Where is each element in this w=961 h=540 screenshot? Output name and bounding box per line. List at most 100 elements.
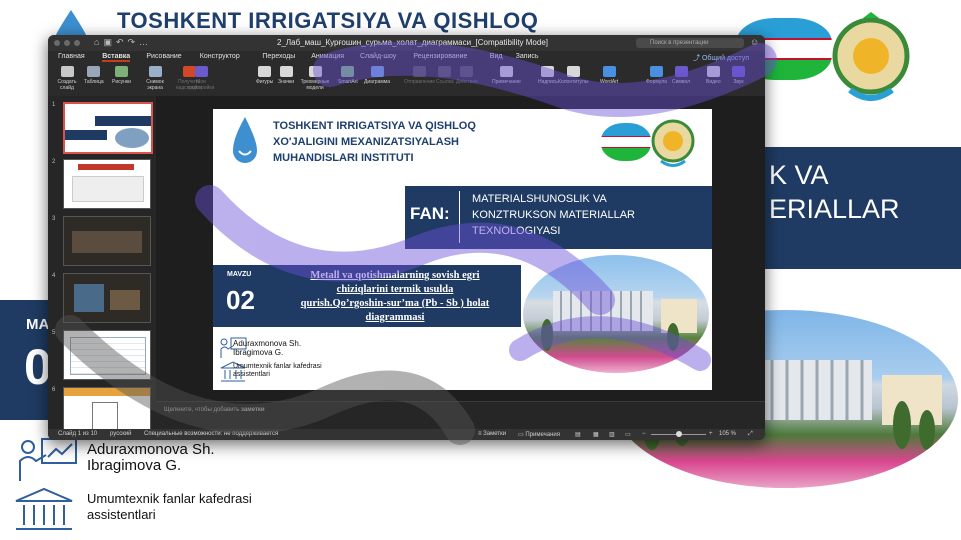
language-indicator[interactable]: русский xyxy=(110,431,132,437)
thumbnail-number: 2 xyxy=(52,159,56,165)
link-button[interactable]: Ссылка xyxy=(436,66,454,85)
slide-author-1: Aduraxmonova Sh. xyxy=(233,339,302,348)
slide-title-line-1: TOSHKENT IRRIGATSIYA VA QISHLOQ xyxy=(273,120,476,132)
ribbon-label: Фигуры xyxy=(256,79,274,85)
notes-placeholder-prefix: Щелкните, чтобы добавить xyxy=(164,407,240,413)
account-icon[interactable]: ☺ xyxy=(750,37,759,47)
tab-6[interactable]: Слайд-шоу xyxy=(360,53,396,60)
topic-line-4: diagrammasi xyxy=(365,312,425,323)
ribbon-label: Видео xyxy=(706,79,721,85)
slide-thumbnail[interactable] xyxy=(63,273,151,323)
tab-2[interactable]: Рисование xyxy=(146,53,181,60)
new-slide-button[interactable]: Создать слайд xyxy=(52,66,82,91)
more-icon[interactable]: … xyxy=(139,37,152,47)
notes-pane[interactable]: Щелкните, чтобы добавить заметки xyxy=(156,401,765,430)
slide-dept-2: assistentlari xyxy=(233,371,270,378)
symbol-button[interactable]: Символ xyxy=(672,66,690,85)
slide-logo-icon xyxy=(233,117,257,163)
redo-icon[interactable]: ↷ xyxy=(128,37,140,47)
tab-0[interactable]: Главная xyxy=(58,53,85,60)
action-button[interactable]: Действие xyxy=(456,66,478,85)
chart-button[interactable]: Диаграмма xyxy=(364,66,390,85)
background-fan-line-2: ERIALLAR xyxy=(769,194,900,224)
screenshot-button[interactable]: Снимок экрана xyxy=(140,66,170,91)
minimize-window-button[interactable] xyxy=(64,40,70,46)
background-dept-1: Umumtexnik fanlar kafedrasi xyxy=(87,491,252,506)
close-window-button[interactable] xyxy=(54,40,60,46)
normal-view-icon[interactable]: ▤ xyxy=(575,431,581,438)
header-footer-button[interactable]: Колонтитулы xyxy=(558,66,588,85)
slideshow-icon[interactable]: ▭ xyxy=(625,431,631,438)
tab-1[interactable]: Вставка xyxy=(102,53,131,62)
search-input[interactable]: Поиск в презентации xyxy=(636,38,744,48)
subject-line-2: KONZTRUKSON MATERIALLAR xyxy=(472,209,635,221)
zoom-window-button[interactable] xyxy=(74,40,80,46)
textbox-button[interactable]: Надпись xyxy=(538,66,558,85)
undo-icon[interactable]: ↶ xyxy=(116,37,128,47)
slide-thumbnail[interactable] xyxy=(63,330,151,380)
thumbnail-number: 1 xyxy=(52,102,56,108)
textbox-icon xyxy=(541,66,555,77)
smartart-button[interactable]: SmartArt xyxy=(338,66,358,85)
ribbon-label: Ссылка xyxy=(436,79,454,85)
zoom-in-icon[interactable]: + xyxy=(709,431,713,437)
slide-sorter-icon[interactable]: ▦ xyxy=(593,431,599,438)
slide-thumbnail[interactable] xyxy=(63,216,151,266)
background-title: TOSHKENT IRRIGATSIYA VA QISHLOQ xyxy=(117,8,539,33)
background-mavzu-label: MA xyxy=(26,316,50,333)
action-icon xyxy=(460,66,474,77)
slide-title-line-2: XO'JALIGINI MEXANIZATSIYALASH xyxy=(273,136,459,148)
notes-placeholder: Щелкните, чтобы добавить заметки xyxy=(164,407,265,413)
insert-ribbon: Создать слайд Таблица Рисунки Снимок экрана… xyxy=(48,64,765,97)
table-button[interactable]: Таблица xyxy=(84,66,104,85)
ribbon-label: Трехмерные модели xyxy=(300,79,330,91)
tab-5[interactable]: Анимация xyxy=(311,53,344,60)
ribbon-label: Примечание xyxy=(492,79,521,85)
notes-toggle-label: Заметки xyxy=(483,431,507,437)
zoom-level[interactable]: 105 % xyxy=(719,431,736,437)
ribbon-label: WordArt xyxy=(600,79,619,85)
send-button[interactable]: Отправление xyxy=(404,66,435,85)
comments-toggle-button[interactable]: ▭ Примечания xyxy=(518,431,560,438)
zoom-out-icon[interactable]: − xyxy=(642,431,646,437)
zoom-slider-handle[interactable] xyxy=(676,431,682,437)
slide-title-line-3: MUHANDISLARI INSTITUTI xyxy=(273,152,414,164)
wordart-button[interactable]: WordArt xyxy=(600,66,618,85)
tab-3[interactable]: Конструктор xyxy=(200,53,240,60)
ribbon-label: SmartArt xyxy=(338,79,358,85)
icons-button[interactable]: Значки xyxy=(278,66,294,85)
topic-label: MAVZU xyxy=(227,271,252,278)
topic-line-1: Metall va qotishmalarning sovish egri xyxy=(310,270,480,281)
link-icon xyxy=(438,66,452,77)
ribbon-label: Таблица xyxy=(84,79,104,85)
audio-button[interactable]: Звук xyxy=(732,66,745,85)
teacher-icon xyxy=(19,438,77,481)
notes-toggle-button[interactable]: ≡ Заметки xyxy=(478,431,506,437)
slide-thumbnail[interactable] xyxy=(63,159,151,209)
save-icon[interactable]: ▣ xyxy=(103,37,116,47)
video-button[interactable]: Видео xyxy=(706,66,721,85)
tab-7[interactable]: Рецензирование xyxy=(413,53,467,60)
pictures-button[interactable]: Рисунки xyxy=(112,66,131,85)
ribbon-label: Действие xyxy=(456,79,478,85)
ribbon-label: Снимок экрана xyxy=(146,79,164,91)
addins-button[interactable]: Мои надстройки xyxy=(186,66,216,91)
3d-models-button[interactable]: Трехмерные модели xyxy=(300,66,330,91)
tab-8[interactable]: Вид xyxy=(490,53,503,60)
reading-view-icon[interactable]: ▥ xyxy=(609,431,615,438)
comment-button[interactable]: Примечание xyxy=(492,66,521,85)
current-slide[interactable]: TOSHKENT IRRIGATSIYA VA QISHLOQ XO'JALIG… xyxy=(213,109,712,390)
video-icon xyxy=(706,66,720,77)
subject-line-3: TEXNOLOGIYASI xyxy=(472,225,561,237)
screenshot-icon xyxy=(148,66,162,77)
share-button[interactable]: ⤴ Общий доступ xyxy=(693,53,749,63)
pictures-icon xyxy=(114,66,128,77)
equation-button[interactable]: Формула xyxy=(646,66,667,85)
accessibility-status[interactable]: Специальные возможности: не поддерживает… xyxy=(144,431,278,437)
shapes-button[interactable]: Фигуры xyxy=(256,66,273,85)
tab-9[interactable]: Запись xyxy=(516,53,539,60)
tab-4[interactable]: Переходы xyxy=(262,53,295,60)
background-dept-2: assistentlari xyxy=(87,507,156,522)
fit-to-window-icon[interactable]: ⤢ xyxy=(748,431,753,438)
slide-thumbnail[interactable] xyxy=(63,102,153,154)
